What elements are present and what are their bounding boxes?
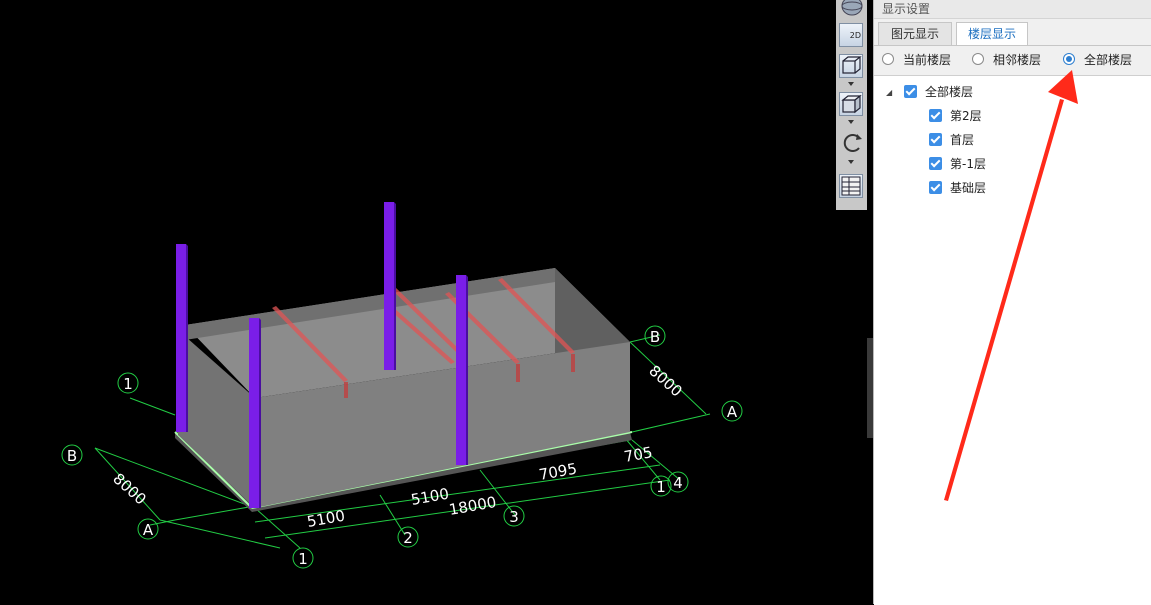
axis-label-4-right: 4 — [673, 474, 683, 492]
radio-adjacent-floor[interactable]: 相邻楼层 — [972, 52, 1062, 70]
radio-all-floors[interactable]: 全部楼层 — [1063, 52, 1151, 70]
panel-header: 显示设置 — [874, 0, 1151, 19]
dim-7095: 7095 — [538, 460, 579, 484]
grid-table-icon — [841, 176, 861, 196]
rotate-icon[interactable] — [840, 130, 864, 156]
radio-button[interactable] — [882, 53, 894, 65]
dim-705: 705 — [623, 443, 654, 466]
axis-label-1-bottom: 1 — [298, 550, 308, 568]
axis-label-a-left: A — [143, 521, 154, 539]
dim-5100-b: 5100 — [410, 485, 451, 509]
view-2d-button[interactable]: 2D — [839, 23, 863, 47]
radio-label: 相邻楼层 — [993, 53, 1042, 67]
axis-label-a-right: A — [727, 403, 738, 421]
floor-tree: ◢ 全部楼层 第2层 首层 第-1层 基础层 — [874, 75, 1151, 605]
radio-current-floor[interactable]: 当前楼层 — [882, 52, 972, 70]
tree-label: 基础层 — [950, 181, 987, 195]
radio-button[interactable] — [1063, 53, 1075, 65]
tab-divider — [874, 45, 1151, 46]
axis-label-b-left: B — [67, 447, 77, 465]
tab-element-display[interactable]: 图元显示 — [878, 22, 952, 46]
cube-solid-icon — [841, 94, 862, 114]
cube-wire-icon — [842, 56, 862, 74]
radio-button[interactable] — [972, 53, 984, 65]
radio-label: 全部楼层 — [1084, 53, 1133, 67]
chevron-down-icon[interactable] — [848, 82, 854, 86]
chevron-down-icon[interactable] — [848, 160, 854, 164]
checkbox[interactable] — [929, 133, 942, 146]
view-solid-button[interactable] — [839, 92, 863, 116]
view-toolbar: 2D — [836, 0, 868, 210]
checkbox[interactable] — [904, 85, 917, 98]
tree-label: 第-1层 — [950, 157, 986, 171]
chevron-down-icon[interactable] — [848, 120, 854, 124]
panel-title: 显示设置 — [882, 2, 931, 16]
view-cube-button[interactable] — [839, 54, 863, 78]
tree-label: 全部楼层 — [925, 85, 974, 99]
axis-label-2-bottom: 2 — [403, 529, 413, 547]
model-canvas[interactable]: 1 2 3 1 4 A B 1 A B 5100 5100 18000 7095… — [0, 0, 836, 604]
tree-label: 首层 — [950, 133, 975, 147]
checkbox[interactable] — [929, 157, 942, 170]
axis-label-1-right: 1 — [656, 478, 666, 496]
dim-8000-left: 8000 — [109, 470, 149, 509]
tab-floor-display[interactable]: 楼层显示 — [956, 22, 1028, 46]
dim-18000: 18000 — [448, 493, 498, 519]
axis-label-3-bottom: 3 — [509, 508, 519, 526]
radio-label: 当前楼层 — [903, 53, 952, 67]
checkbox[interactable] — [929, 109, 942, 122]
tree-label: 第2层 — [950, 109, 982, 123]
view-2d-label: 2D — [849, 31, 861, 40]
layer-grid-button[interactable] — [839, 174, 863, 198]
orbit-icon[interactable] — [840, 0, 864, 18]
dim-8000-right: 8000 — [645, 362, 685, 401]
axis-label-1-left: 1 — [123, 375, 133, 393]
3d-viewport[interactable]: 1 2 3 1 4 A B 1 A B 5100 5100 18000 7095… — [0, 0, 836, 604]
checkbox[interactable] — [929, 181, 942, 194]
display-settings-panel: 显示设置 图元显示 楼层显示 当前楼层 相邻楼层 全部楼层 ◢ 全部楼层 第2层… — [873, 0, 1151, 605]
tree-expand-icon[interactable]: ◢ — [886, 88, 892, 97]
axis-label-b-right: B — [650, 328, 660, 346]
